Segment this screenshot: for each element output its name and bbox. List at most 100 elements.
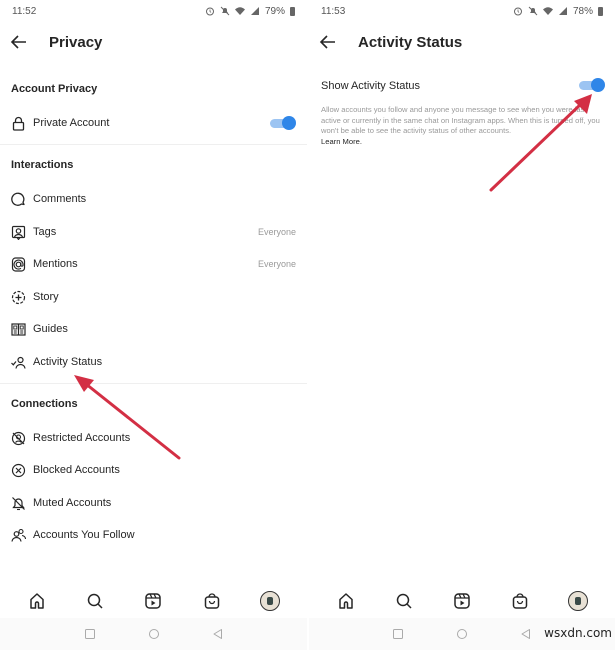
mute-icon [220, 6, 230, 16]
battery-percent: 79% [264, 5, 285, 17]
section-heading-account-privacy: Account Privacy [11, 83, 98, 95]
system-nav-bar [0, 618, 307, 650]
story-add-icon [11, 290, 26, 305]
system-back-button[interactable] [211, 627, 225, 641]
section-heading-connections: Connections [11, 398, 78, 410]
row-label: Private Account [33, 117, 110, 129]
home-icon [339, 593, 353, 609]
row-story[interactable]: Story [0, 283, 307, 311]
row-blocked-accounts[interactable]: Blocked Accounts [0, 456, 307, 484]
header: Privacy [0, 28, 307, 56]
row-guides[interactable]: Guides [0, 315, 307, 343]
battery-icon [290, 6, 295, 16]
nav-profile[interactable] [567, 590, 589, 612]
privacy-screen: 11:52 79% Privacy Account Privacy Privat… [0, 0, 307, 650]
row-label: Guides [33, 323, 68, 335]
page-title: Activity Status [358, 33, 463, 51]
page-title: Privacy [49, 33, 103, 51]
guides-icon [11, 322, 26, 337]
row-mentions[interactable]: Mentions Everyone [0, 250, 307, 278]
nav-search[interactable] [84, 590, 106, 612]
nav-shop[interactable] [509, 590, 531, 612]
activity-status-screen: 11:53 78% Activity Status Show Activity … [309, 0, 615, 650]
back-arrow-icon[interactable] [318, 32, 338, 52]
status-icons: 78% [513, 6, 603, 17]
wifi-icon [542, 7, 553, 15]
description-text: Allow accounts you follow and anyone you… [321, 105, 600, 135]
system-back-button[interactable] [519, 627, 533, 641]
alarm-icon [205, 7, 214, 16]
row-tags[interactable]: Tags Everyone [0, 218, 307, 246]
back-triangle-icon [213, 629, 222, 639]
lock-icon [11, 116, 26, 131]
system-home-button[interactable] [147, 627, 161, 641]
bottom-nav [0, 588, 307, 614]
search-icon [88, 593, 103, 609]
alarm-icon [513, 7, 522, 16]
row-comments[interactable]: Comments [0, 185, 307, 213]
section-heading-interactions: Interactions [11, 159, 74, 171]
recents-icon [84, 629, 95, 639]
row-show-activity-status[interactable]: Show Activity Status [309, 72, 615, 100]
nav-profile[interactable] [259, 590, 281, 612]
tag-person-icon [11, 225, 26, 240]
toggle-knob [282, 116, 296, 130]
row-value: Everyone [257, 227, 296, 237]
nav-reels[interactable] [142, 590, 164, 612]
row-label: Muted Accounts [33, 497, 112, 509]
blocked-icon [11, 463, 26, 478]
wifi-icon [234, 7, 245, 15]
bottom-nav [309, 588, 615, 614]
restricted-icon [11, 431, 26, 446]
status-time: 11:53 [321, 5, 346, 17]
battery-percent: 78% [572, 5, 593, 17]
private-account-toggle[interactable] [270, 116, 296, 130]
activity-status-icon [11, 355, 26, 370]
learn-more-link[interactable]: Learn More. [321, 137, 362, 148]
row-label: Show Activity Status [321, 80, 421, 92]
reels-icon [454, 593, 470, 609]
row-label: Tags [33, 226, 57, 238]
nav-home[interactable] [335, 590, 357, 612]
row-muted-accounts[interactable]: Muted Accounts [0, 489, 307, 517]
setting-description: Allow accounts you follow and anyone you… [321, 105, 601, 147]
section-divider [0, 144, 307, 145]
nav-reels[interactable] [451, 590, 473, 612]
profile-avatar [568, 591, 588, 611]
recents-button[interactable] [391, 627, 405, 641]
status-bar: 11:52 79% [0, 0, 307, 22]
at-sign-icon [11, 256, 26, 272]
row-label: Comments [33, 193, 87, 205]
profile-avatar [259, 591, 280, 611]
reels-icon [145, 593, 162, 609]
row-private-account[interactable]: Private Account [0, 109, 307, 137]
section-divider [0, 383, 307, 384]
recents-button[interactable] [83, 627, 97, 641]
people-icon [11, 528, 26, 543]
row-label: Activity Status [33, 356, 103, 368]
search-icon [396, 593, 412, 609]
status-icons: 79% [205, 6, 295, 17]
nav-home[interactable] [26, 590, 48, 612]
toggle-knob [591, 78, 605, 92]
row-label: Accounts You Follow [33, 529, 135, 541]
back-triangle-icon [521, 629, 530, 639]
row-value: Everyone [257, 259, 296, 269]
home-circle-icon [457, 629, 467, 639]
row-label: Blocked Accounts [33, 464, 120, 476]
back-arrow-icon[interactable] [9, 32, 29, 52]
row-accounts-you-follow[interactable]: Accounts You Follow [0, 521, 307, 549]
row-restricted-accounts[interactable]: Restricted Accounts [0, 424, 307, 452]
row-activity-status[interactable]: Activity Status [0, 348, 307, 376]
row-label: Story [33, 291, 59, 303]
status-bar: 11:53 78% [309, 0, 615, 22]
nav-shop[interactable] [201, 590, 223, 612]
muted-bell-icon [11, 496, 26, 511]
signal-icon [250, 7, 259, 15]
battery-icon [598, 6, 603, 16]
row-label: Mentions [33, 258, 78, 270]
system-home-button[interactable] [455, 627, 469, 641]
shop-icon [204, 593, 219, 609]
show-activity-status-toggle[interactable] [579, 78, 605, 92]
nav-search[interactable] [393, 590, 415, 612]
